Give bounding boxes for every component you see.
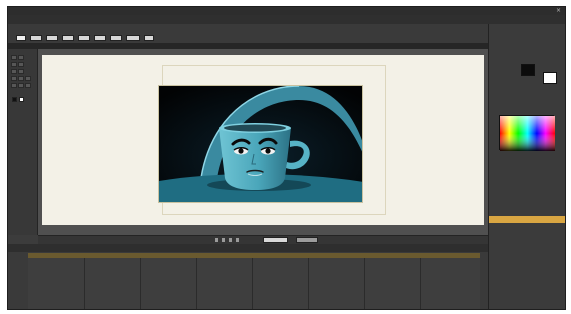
timeline-header xyxy=(8,244,488,252)
paint-bucket-icon[interactable] xyxy=(18,76,24,81)
fill-color-icon[interactable] xyxy=(19,97,24,102)
height-field[interactable] xyxy=(46,34,58,41)
stroke-swatch[interactable] xyxy=(521,64,535,76)
menu-bar xyxy=(8,15,565,24)
stage-controls-bar xyxy=(38,235,488,244)
selection-tool-icon[interactable] xyxy=(11,55,17,60)
y-field[interactable] xyxy=(78,34,90,41)
hand-icon[interactable] xyxy=(25,83,31,88)
layer-row[interactable] xyxy=(489,232,565,239)
zoom-field[interactable] xyxy=(296,237,318,243)
next-frame-icon[interactable] xyxy=(236,238,239,242)
layer-row-selected[interactable] xyxy=(489,216,565,223)
color-spectrum-icon xyxy=(500,116,555,151)
fill-swatch-large[interactable] xyxy=(543,72,557,84)
timeline-panel xyxy=(8,244,488,309)
close-icon[interactable]: × xyxy=(556,7,561,14)
animation-app-window: × xyxy=(7,6,566,310)
frame-field[interactable] xyxy=(263,237,288,243)
pencil-tool-icon[interactable] xyxy=(18,62,24,67)
eyedropper-icon[interactable] xyxy=(25,76,31,81)
brush-tool-icon[interactable] xyxy=(11,62,17,67)
toolbar-row-2 xyxy=(12,34,154,41)
right-panels xyxy=(488,24,565,309)
layer-row[interactable] xyxy=(489,224,565,231)
zoom-icon[interactable] xyxy=(18,83,24,88)
scale-field[interactable] xyxy=(94,34,106,41)
video-frame[interactable] xyxy=(158,85,363,203)
tools-panel xyxy=(8,49,38,235)
blend-field[interactable] xyxy=(144,34,154,41)
shape-tool-icon[interactable] xyxy=(18,69,24,74)
rotation-field[interactable] xyxy=(110,34,122,41)
x-field[interactable] xyxy=(62,34,74,41)
title-bar: × xyxy=(8,7,565,15)
bone-tool-icon[interactable] xyxy=(11,76,17,81)
alpha-field[interactable] xyxy=(126,34,140,41)
play-icon[interactable] xyxy=(229,238,232,242)
stroke-color-icon[interactable] xyxy=(12,97,17,102)
width-field[interactable] xyxy=(30,34,42,41)
eraser-icon[interactable] xyxy=(11,83,17,88)
subselect-tool-icon[interactable] xyxy=(18,55,24,60)
first-frame-icon[interactable] xyxy=(215,238,218,242)
cup-character-illustration xyxy=(159,86,362,202)
prev-frame-icon[interactable] xyxy=(222,238,225,242)
fill-swatch[interactable] xyxy=(16,34,26,41)
timeline-frames[interactable] xyxy=(28,258,480,309)
color-picker[interactable] xyxy=(499,115,555,151)
text-tool-icon[interactable] xyxy=(11,69,17,74)
properties-toolbar xyxy=(8,24,488,44)
